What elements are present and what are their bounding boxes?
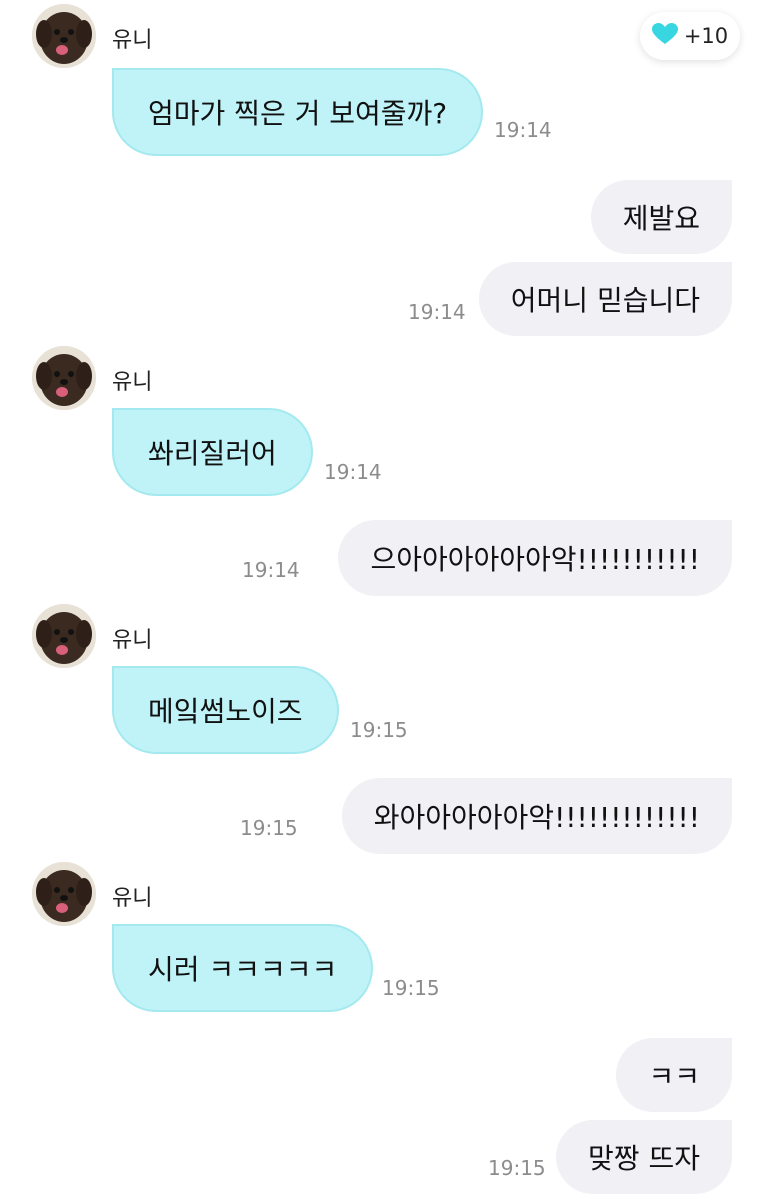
timestamp: 19:14	[324, 460, 382, 484]
message-bubble-incoming[interactable]: 쏴리질러어	[112, 408, 313, 496]
message-bubble-incoming[interactable]: 엄마가 찍은 거 보여줄까?	[112, 68, 484, 156]
message-text: 으아아아아아아악!!!!!!!!!!!	[370, 543, 700, 576]
reaction-count: +10	[683, 24, 729, 48]
message-text: 엄마가 찍은 거 보여줄까?	[148, 97, 448, 130]
message-bubble-outgoing[interactable]: 어머니 믿습니다	[478, 262, 732, 336]
message-bubble-incoming[interactable]: 메잌썸노이즈	[112, 666, 339, 754]
avatar[interactable]	[32, 4, 96, 68]
avatar[interactable]	[32, 604, 96, 668]
chat-screen: +10 유니 엄마가 찍은 거 보여줄까? 19:14 제발요 어머니 믿습니다…	[0, 0, 764, 1200]
message-bubble-outgoing[interactable]: 제발요	[590, 180, 732, 254]
avatar[interactable]	[32, 862, 96, 926]
timestamp: 19:15	[488, 1156, 546, 1180]
message-text: 어머니 믿습니다	[510, 284, 700, 317]
sender-name: 유니	[112, 370, 153, 395]
reaction-badge[interactable]: +10	[640, 12, 740, 60]
message-bubble-outgoing[interactable]: ㅋㅋ	[616, 1038, 732, 1112]
sender-name: 유니	[112, 886, 153, 911]
message-bubble-outgoing[interactable]: 와아아아아아악!!!!!!!!!!!!!	[341, 778, 732, 854]
message-text: 제발요	[622, 202, 700, 235]
timestamp: 19:15	[382, 976, 440, 1000]
message-bubble-outgoing[interactable]: 으아아아아아아악!!!!!!!!!!!	[338, 520, 732, 596]
message-text: 맞짱 뜨자	[588, 1142, 700, 1175]
timestamp: 19:15	[350, 718, 408, 742]
message-text: 메잌썸노이즈	[148, 695, 303, 728]
timestamp: 19:14	[494, 118, 552, 142]
message-text: ㅋㅋ	[648, 1060, 700, 1093]
message-text: 쏴리질러어	[148, 437, 277, 470]
timestamp: 19:15	[240, 816, 298, 840]
heart-icon	[651, 23, 678, 49]
sender-name: 유니	[112, 628, 153, 653]
timestamp: 19:14	[242, 558, 300, 582]
message-text: 와아아아아아악!!!!!!!!!!!!!	[373, 801, 700, 834]
message-text: 시러 ㅋㅋㅋㅋㅋ	[148, 953, 338, 986]
avatar[interactable]	[32, 346, 96, 410]
message-bubble-outgoing[interactable]: 맞짱 뜨자	[556, 1120, 732, 1194]
sender-name: 유니	[112, 28, 153, 53]
message-bubble-incoming[interactable]: 시러 ㅋㅋㅋㅋㅋ	[112, 924, 374, 1012]
timestamp: 19:14	[408, 300, 466, 324]
